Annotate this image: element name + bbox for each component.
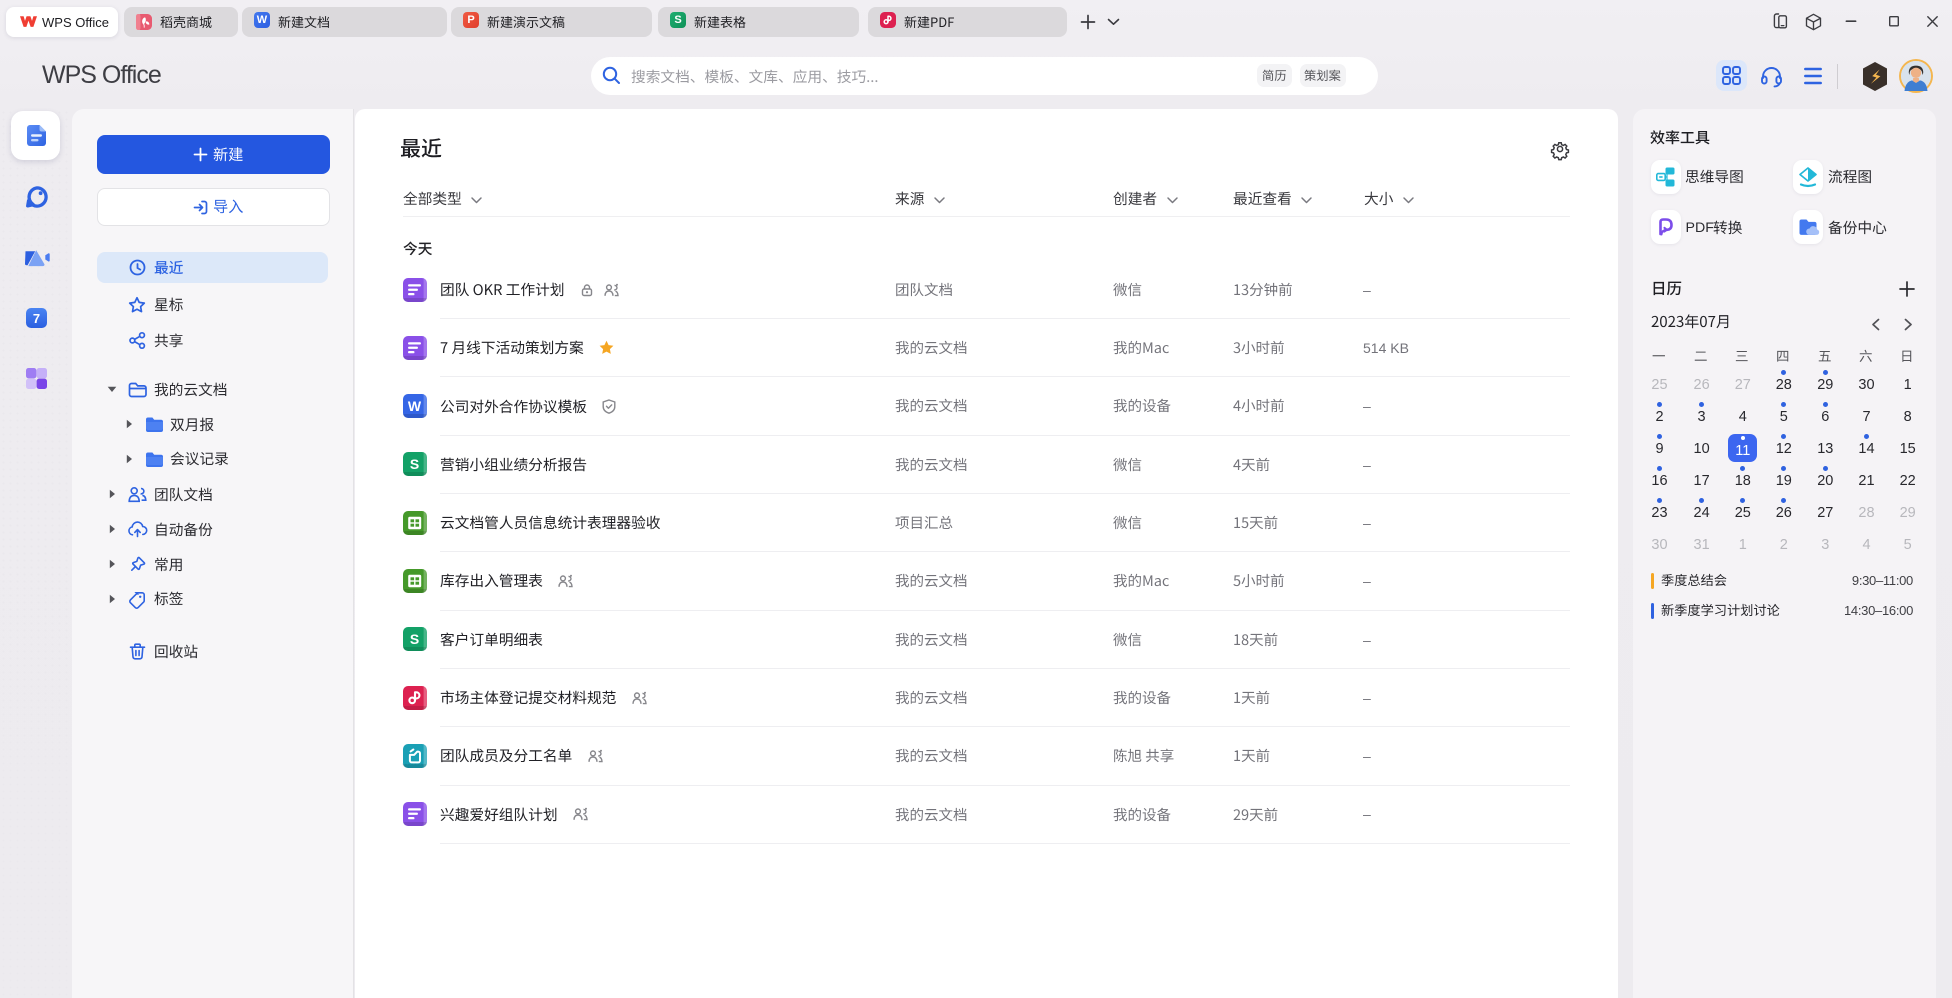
svg-text:S: S xyxy=(410,456,419,472)
svg-text:W: W xyxy=(408,398,422,414)
svg-text:7: 7 xyxy=(33,311,40,326)
svg-text:S: S xyxy=(410,631,419,647)
